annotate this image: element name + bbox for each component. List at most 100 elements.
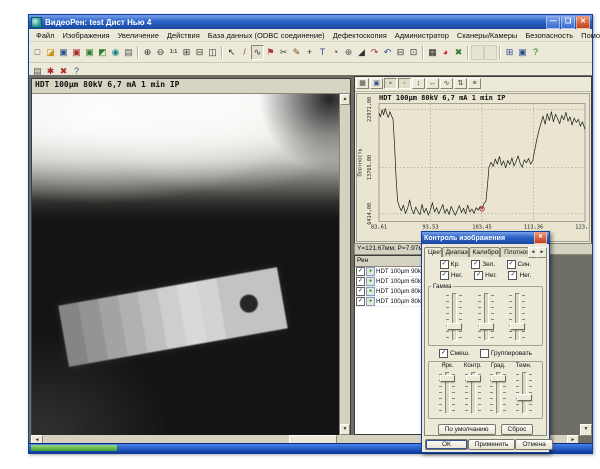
- gamma-blue-slider[interactable]: [508, 291, 526, 343]
- slider-handle[interactable]: [466, 375, 481, 382]
- mix-checkbox[interactable]: Группировать: [480, 349, 532, 358]
- negative-checkbox[interactable]: ✓Нег.: [474, 271, 497, 280]
- split-vertical-icon[interactable]: ◫: [206, 45, 219, 60]
- rotate-cw-icon[interactable]: ↷: [368, 45, 381, 60]
- image-vertical-scrollbar[interactable]: ▲ ▼: [339, 94, 350, 435]
- vertical-scroll-down-icon[interactable]: ▼: [580, 424, 592, 436]
- menu-defectoscopy[interactable]: Дефектоскопия: [329, 31, 391, 40]
- legend-lines-icon[interactable]: ≡: [468, 78, 481, 89]
- menu-actions[interactable]: Действия: [163, 31, 204, 40]
- tab-density[interactable]: Плотность: [500, 247, 529, 257]
- negative-checkbox[interactable]: ✓Нег.: [508, 271, 531, 280]
- checkbox-mark[interactable]: ✓: [474, 271, 483, 280]
- blank-button[interactable]: [471, 45, 484, 60]
- slider-handle[interactable]: [440, 375, 455, 382]
- pointer-icon[interactable]: ↖: [225, 45, 238, 60]
- histogram-icon[interactable]: ▦: [426, 45, 439, 60]
- tab-scroll-right-icon[interactable]: ►: [537, 247, 547, 258]
- info-box-icon[interactable]: ⊡: [407, 45, 420, 60]
- flag-icon[interactable]: ⚑: [264, 45, 277, 60]
- new-document-icon[interactable]: □: [31, 45, 44, 60]
- cursor-pair-icon[interactable]: ⇅: [454, 78, 467, 89]
- channel-checkbox[interactable]: ✓Кр.: [440, 260, 460, 269]
- menu-administrator[interactable]: Администратор: [391, 31, 453, 40]
- cascade-windows-icon[interactable]: ▣: [516, 45, 529, 60]
- slider-handle[interactable]: [479, 323, 494, 330]
- save-profile-icon[interactable]: ▣: [370, 78, 383, 89]
- contrast-slider[interactable]: [464, 370, 482, 416]
- slider-handle[interactable]: [517, 394, 532, 401]
- checkbox-mark[interactable]: ✓: [507, 260, 516, 269]
- tab-color[interactable]: Цвет: [424, 247, 442, 257]
- zoom-in-icon[interactable]: ⊕: [141, 45, 154, 60]
- list-item-checkbox[interactable]: ✓: [356, 297, 365, 306]
- checkbox-mark[interactable]: ✓: [440, 271, 449, 280]
- palette-remove-icon[interactable]: ✖: [452, 45, 465, 60]
- reset-button[interactable]: Сброс: [501, 424, 534, 435]
- print-icon[interactable]: ▤: [122, 45, 135, 60]
- channel-checkbox[interactable]: ✓Син.: [507, 260, 532, 269]
- fit-window-icon[interactable]: ⊞: [180, 45, 193, 60]
- menu-help[interactable]: Помощь: [577, 31, 600, 40]
- marker-green-icon[interactable]: ▪: [384, 78, 397, 89]
- ok-button[interactable]: ОК: [425, 439, 468, 450]
- menu-database[interactable]: База данных (ODBC соединение): [204, 31, 329, 40]
- dark-slider[interactable]: [515, 370, 533, 416]
- measure-point-icon[interactable]: +: [303, 45, 316, 60]
- blank-button[interactable]: [484, 45, 497, 60]
- slider-handle[interactable]: [447, 323, 462, 330]
- free-profile-icon[interactable]: ∿: [440, 78, 453, 89]
- scroll-up-icon[interactable]: ▲: [340, 94, 350, 105]
- help-icon[interactable]: ?: [529, 45, 542, 60]
- export-folder-icon[interactable]: ◩: [96, 45, 109, 60]
- profile-chart[interactable]: 83,6193,53103,45113,36123,286414,0013765…: [357, 94, 589, 241]
- collapse-box-icon[interactable]: ⊟: [394, 45, 407, 60]
- ruler-icon[interactable]: /: [238, 45, 251, 60]
- clock-icon[interactable]: ◔: [329, 45, 342, 60]
- vertical-profile-icon[interactable]: ↕: [412, 78, 425, 89]
- globe-icon[interactable]: ◉: [109, 45, 122, 60]
- horizontal-profile-icon[interactable]: ↔: [426, 78, 439, 89]
- profile-line-icon[interactable]: ∿: [251, 45, 264, 60]
- tab-range[interactable]: Диапазон: [442, 247, 469, 257]
- menu-images[interactable]: Изображения: [58, 31, 113, 40]
- level-slope-icon[interactable]: ◢: [355, 45, 368, 60]
- xray-image[interactable]: [32, 94, 339, 435]
- menu-file[interactable]: Файл: [32, 31, 58, 40]
- gamma-red-slider[interactable]: [445, 291, 463, 343]
- grid-icon[interactable]: ▦: [356, 78, 369, 89]
- checkbox-mark[interactable]: ✓: [439, 349, 448, 358]
- save-red-icon[interactable]: ▣: [70, 45, 83, 60]
- maximize-button[interactable]: ❑: [561, 16, 575, 29]
- text-icon[interactable]: T: [316, 45, 329, 60]
- brightness-slider[interactable]: [438, 370, 456, 416]
- crosshair-icon[interactable]: ⊕: [342, 45, 355, 60]
- tile-windows-icon[interactable]: ⊞: [503, 45, 516, 60]
- actual-size-icon[interactable]: 1:1: [167, 45, 180, 60]
- checkbox-mark[interactable]: ✓: [440, 260, 449, 269]
- open-folder-icon[interactable]: ◪: [44, 45, 57, 60]
- dialog-close-icon[interactable]: ✕: [534, 232, 547, 244]
- channel-checkbox[interactable]: ✓Зел.: [471, 260, 495, 269]
- minimize-button[interactable]: —: [546, 16, 560, 29]
- slider-handle[interactable]: [491, 375, 506, 382]
- list-item-checkbox[interactable]: ✓: [356, 267, 365, 276]
- gradation-slider[interactable]: [489, 370, 507, 416]
- slider-handle[interactable]: [510, 323, 525, 330]
- list-item-checkbox[interactable]: ✓: [356, 287, 365, 296]
- scroll-down-icon[interactable]: ▼: [340, 424, 350, 435]
- menu-zoom[interactable]: Увеличение: [114, 31, 163, 40]
- save-green-icon[interactable]: ▣: [83, 45, 96, 60]
- pencil-icon[interactable]: ✎: [290, 45, 303, 60]
- marker-yellow-icon[interactable]: ▪: [398, 78, 411, 89]
- cancel-button[interactable]: Отмена: [515, 439, 552, 450]
- list-item-checkbox[interactable]: ✓: [356, 277, 365, 286]
- tab-calibration[interactable]: Калибровка: [469, 247, 501, 257]
- menu-security[interactable]: Безопасность: [521, 31, 577, 40]
- title-bar[interactable]: ВидеоРен: test Дист Нью 4 — ❑ ✕: [29, 15, 592, 29]
- close-button[interactable]: ✕: [576, 16, 590, 29]
- checkbox-mark[interactable]: ✓: [508, 271, 517, 280]
- cut-icon[interactable]: ✂: [277, 45, 290, 60]
- negative-checkbox[interactable]: ✓Нег.: [440, 271, 463, 280]
- rotate-ccw-icon[interactable]: ↶: [381, 45, 394, 60]
